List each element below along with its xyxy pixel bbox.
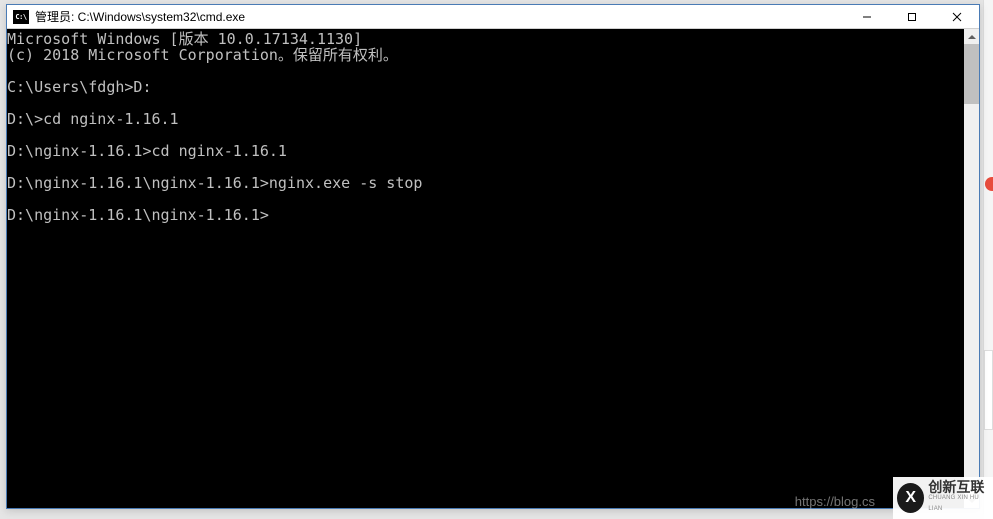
terminal-line	[7, 127, 964, 143]
terminal-line: C:\Users\fdgh>D:	[7, 79, 964, 95]
watermark-url: https://blog.cs	[795, 494, 875, 509]
terminal-line: D:\>cd nginx-1.16.1	[7, 111, 964, 127]
terminal-line	[7, 159, 964, 175]
terminal-line: (c) 2018 Microsoft Corporation。保留所有权利。	[7, 47, 964, 63]
scroll-track[interactable]	[964, 44, 979, 493]
window-controls	[844, 5, 979, 28]
terminal-area[interactable]: Microsoft Windows [版本 10.0.17134.1130](c…	[7, 29, 979, 508]
terminal-output: Microsoft Windows [版本 10.0.17134.1130](c…	[7, 29, 964, 508]
scroll-up-button[interactable]	[964, 29, 979, 44]
vertical-scrollbar[interactable]	[964, 29, 979, 508]
scroll-thumb[interactable]	[964, 44, 979, 104]
terminal-line: D:\nginx-1.16.1\nginx-1.16.1>nginx.exe -…	[7, 175, 964, 191]
page-background-strip: 9	[983, 0, 993, 519]
window-title: 管理员: C:\Windows\system32\cmd.exe	[35, 8, 844, 25]
terminal-line: D:\nginx-1.16.1\nginx-1.16.1>	[7, 207, 964, 223]
watermark-logo: X 创新互联 CHUANG XIN HU LIAN	[893, 477, 993, 519]
terminal-line: Microsoft Windows [版本 10.0.17134.1130]	[7, 31, 964, 47]
minimize-icon	[862, 12, 872, 22]
titlebar[interactable]: C:\ 管理员: C:\Windows\system32\cmd.exe	[7, 5, 979, 29]
maximize-button[interactable]	[889, 5, 934, 28]
watermark-logo-icon: X	[897, 483, 924, 513]
terminal-line	[7, 63, 964, 79]
maximize-icon	[907, 12, 917, 22]
terminal-line	[7, 95, 964, 111]
bg-red-indicator	[985, 177, 993, 191]
chevron-up-icon	[968, 35, 976, 39]
minimize-button[interactable]	[844, 5, 889, 28]
cmd-icon: C:\	[13, 10, 29, 24]
terminal-line: D:\nginx-1.16.1>cd nginx-1.16.1	[7, 143, 964, 159]
watermark-logo-text: 创新互联 CHUANG XIN HU LIAN	[928, 482, 989, 515]
cmd-window: C:\ 管理员: C:\Windows\system32\cmd.exe Mic…	[6, 4, 980, 509]
close-icon	[952, 12, 962, 22]
bg-thumbnail	[984, 350, 993, 430]
close-button[interactable]	[934, 5, 979, 28]
terminal-line	[7, 191, 964, 207]
